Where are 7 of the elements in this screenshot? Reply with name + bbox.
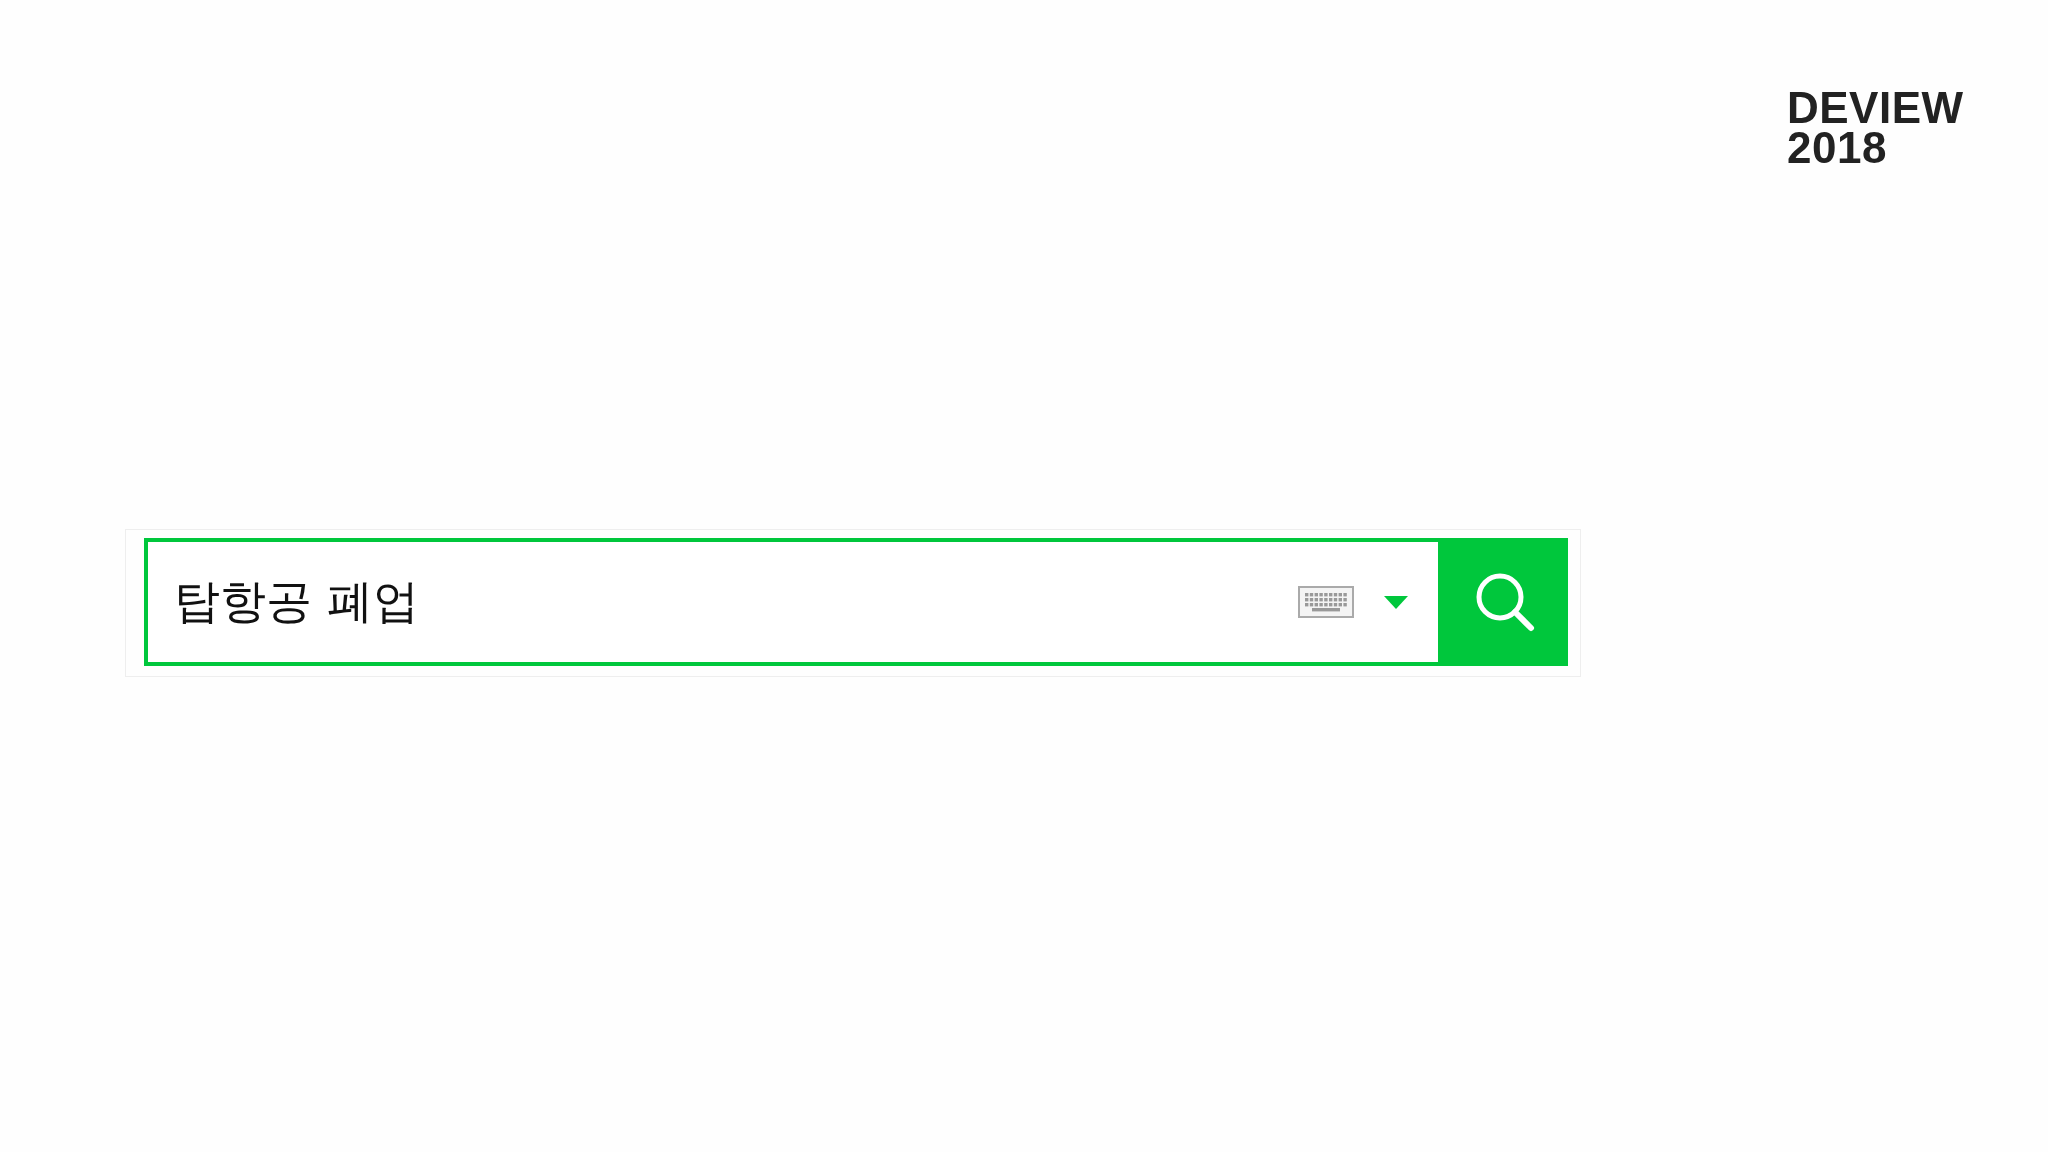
- logo-text: 2018: [1787, 128, 1888, 168]
- search-field[interactable]: 탑항공 폐업: [144, 538, 1442, 666]
- caret-icon[interactable]: [1384, 595, 1408, 609]
- search-button[interactable]: [1442, 538, 1568, 666]
- logo-text: DEVIEW: [1787, 88, 1962, 128]
- keyboard-icon[interactable]: [1298, 586, 1354, 618]
- search-query: 탑항공 폐업: [174, 574, 419, 628]
